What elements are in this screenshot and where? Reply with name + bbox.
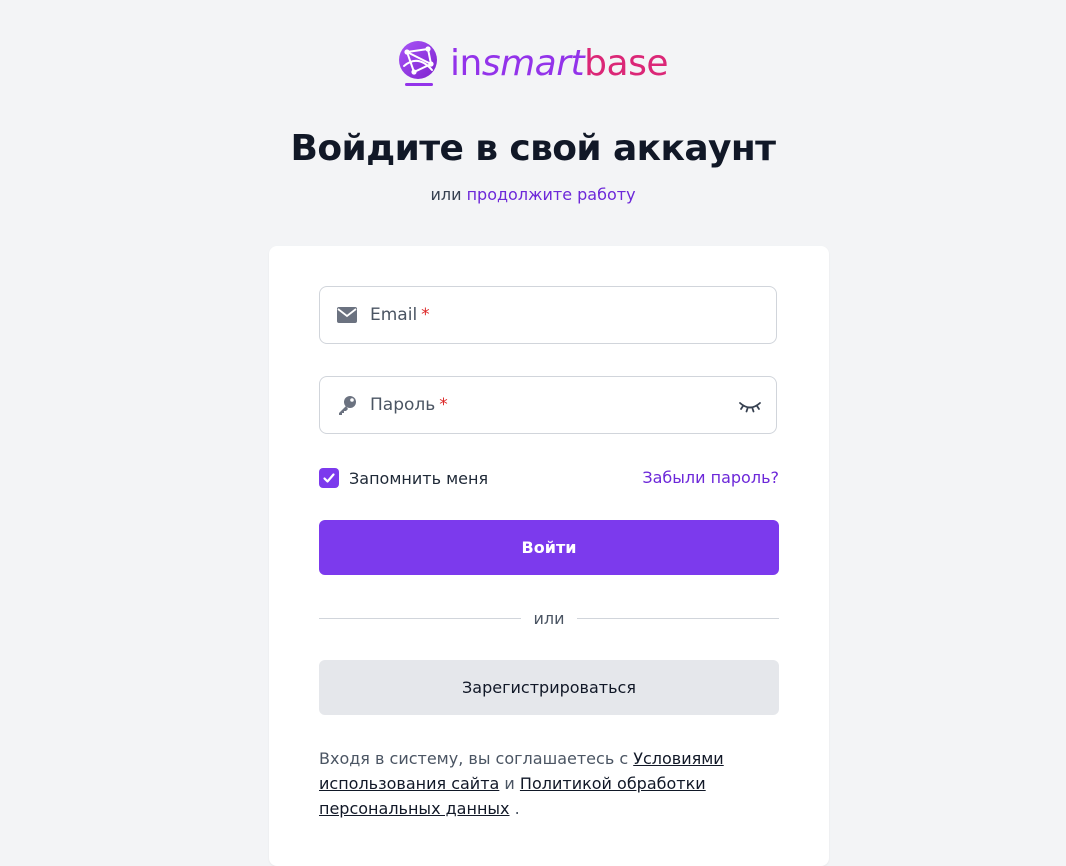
- password-placeholder: Пароль *: [370, 395, 448, 415]
- check-icon: [323, 473, 335, 483]
- login-card: Email * Пароль * Запомнить меня Забыли п…: [269, 246, 829, 866]
- email-required-mark: *: [421, 305, 430, 325]
- remember-label: Запомнить меня: [349, 468, 489, 488]
- subtitle: или продолжите работу: [0, 185, 1066, 204]
- remember-me[interactable]: Запомнить меня: [319, 468, 488, 488]
- logo-text-in: in: [450, 43, 482, 84]
- terms-prefix: Входя в систему, вы соглашаетесь с: [319, 749, 629, 768]
- terms-suffix: .: [514, 799, 520, 818]
- key-icon: [336, 394, 358, 416]
- logo-text-smart: smart: [481, 43, 585, 84]
- logo[interactable]: insmartbase: [0, 40, 1066, 88]
- mail-icon: [336, 304, 358, 326]
- password-placeholder-text: Пароль: [370, 395, 436, 415]
- login-button[interactable]: Войти: [319, 520, 779, 575]
- continue-work-link[interactable]: продолжите работу: [467, 185, 636, 204]
- password-field[interactable]: Пароль *: [319, 376, 777, 434]
- globe-network-icon: [399, 41, 438, 86]
- forgot-password-link[interactable]: Забыли пароль?: [642, 468, 779, 487]
- password-required-mark: *: [439, 395, 448, 415]
- or-divider: или: [319, 608, 779, 628]
- eye-closed-icon[interactable]: [738, 396, 762, 416]
- logo-text-base: base: [584, 43, 668, 84]
- remember-checkbox[interactable]: [319, 468, 339, 488]
- terms-middle: и: [504, 774, 515, 793]
- divider-text: или: [533, 608, 565, 628]
- logo-text: insmartbase: [450, 46, 668, 82]
- page-title: Войдите в свой аккаунт: [290, 128, 777, 169]
- divider-line-left: [319, 617, 522, 619]
- email-field[interactable]: Email *: [319, 286, 777, 344]
- divider-line-right: [576, 617, 779, 619]
- email-placeholder: Email *: [370, 305, 430, 325]
- register-button[interactable]: Зарегистрироваться: [319, 660, 779, 715]
- email-placeholder-text: Email: [370, 305, 418, 325]
- subtitle-prefix: или: [430, 185, 462, 204]
- terms-text: Входя в систему, вы соглашаетесь с Услов…: [319, 746, 779, 821]
